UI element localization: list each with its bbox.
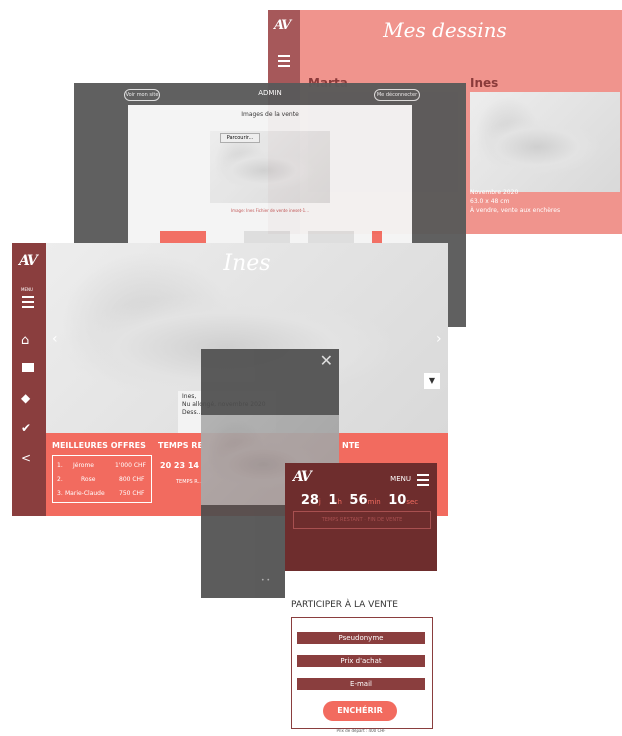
next-arrow[interactable]: › — [436, 331, 442, 347]
artwork-thumbnail[interactable] — [470, 92, 620, 192]
chevron-down-icon[interactable]: ▼ — [424, 373, 440, 389]
participate-title: PARTICIPER À LA VENTE — [291, 600, 398, 610]
price-field[interactable]: Prix d'achat — [297, 655, 425, 667]
check-icon[interactable]: ✔ — [21, 421, 31, 435]
sale-title: NTE — [342, 441, 360, 450]
email-field[interactable]: E-mail — [297, 678, 425, 690]
logo[interactable]: AV — [293, 469, 312, 485]
menu-icon[interactable] — [22, 293, 34, 311]
browse-button[interactable]: Parcourir... — [220, 133, 260, 143]
page-title: Mes dessins — [383, 18, 507, 42]
logout-button[interactable]: Me déconnecter — [374, 89, 420, 101]
countdown: 28j 1h 56min 10sec — [300, 493, 419, 508]
gallery-icon[interactable] — [22, 363, 34, 372]
bid-button[interactable]: ENCHÉRIR — [323, 701, 397, 721]
best-offers-title: MEILLEURES OFFRES — [52, 441, 146, 450]
tag-icon[interactable]: ◆ — [21, 391, 30, 405]
section-title: Images de la vente — [241, 111, 299, 118]
menu-icon[interactable] — [417, 471, 429, 489]
prev-arrow[interactable]: ‹ — [52, 331, 58, 347]
menu-label[interactable]: MENU — [390, 475, 411, 483]
share-icon[interactable]: < — [21, 451, 31, 465]
remaining-time-box: TEMPS RESTANT · FIN DE VENTE — [293, 511, 431, 529]
countdown-label: TEMPS R... — [176, 479, 203, 485]
menu-icon[interactable] — [278, 52, 290, 70]
offers-list: 1. Jérome 1'000 CHF 2. Rose 800 CHF 3. M… — [52, 455, 152, 503]
close-icon[interactable]: ✕ — [320, 351, 333, 370]
remaining-time-title: TEMPS RE — [158, 441, 203, 450]
logo[interactable]: AV — [19, 253, 38, 269]
countdown: 20 23 14 — [160, 461, 199, 470]
sidebar: AV MENU ⌂ ◆ ✔ < — [12, 243, 46, 516]
start-price: Prix de départ : 400 CHF — [336, 728, 386, 733]
artwork-caption: Novembre 2020 63.0 x 48 cm À vendre, ven… — [470, 189, 561, 214]
menu-label: MENU — [21, 287, 33, 292]
artwork-title: Ines — [223, 251, 271, 276]
image-caption: Image: Ines Fichier de vente ineset-1... — [231, 208, 309, 213]
mobile-window: AV MENU 28j 1h 56min 10sec TEMPS RESTANT… — [285, 463, 437, 736]
pseudonym-field[interactable]: Pseudonyme — [297, 632, 425, 644]
artist-name[interactable]: Ines — [470, 76, 498, 90]
pagination-dots[interactable]: • • — [261, 577, 270, 584]
home-icon[interactable]: ⌂ — [21, 333, 29, 348]
